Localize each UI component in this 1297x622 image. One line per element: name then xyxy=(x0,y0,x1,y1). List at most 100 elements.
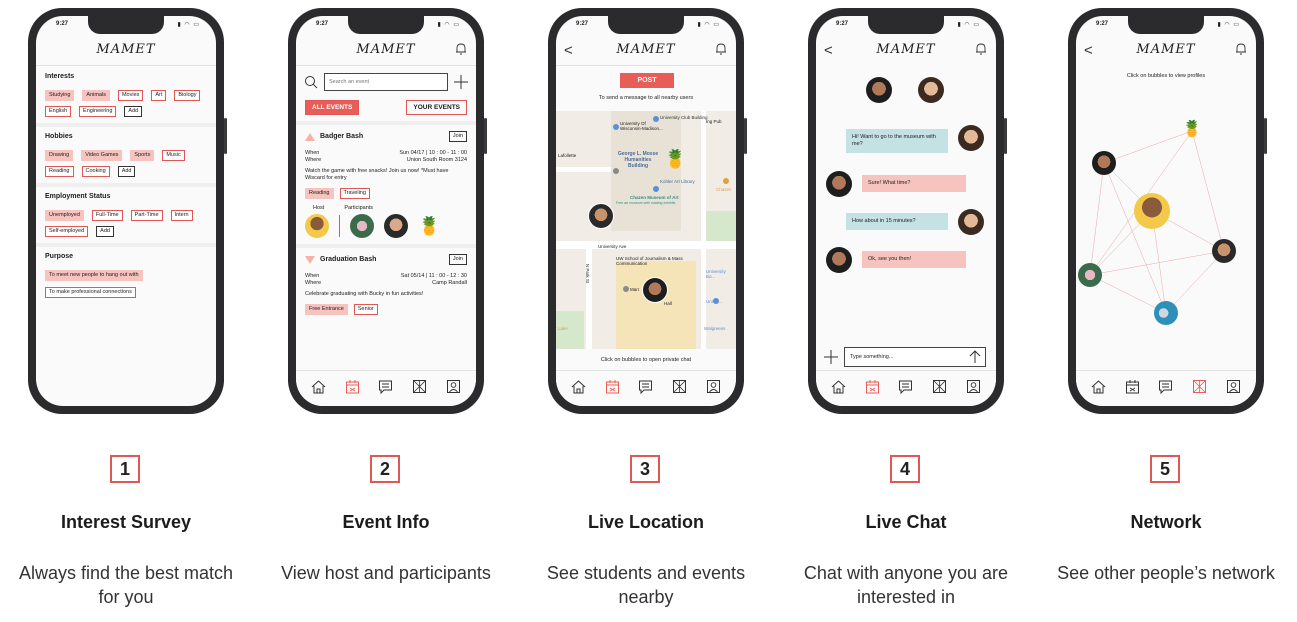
interest-chip[interactable]: To make professional connections xyxy=(45,287,136,298)
event-card[interactable]: Badger Bash Join When Sun 04/17 | 10 : 00… xyxy=(296,121,476,244)
status-time: 9:27 xyxy=(836,21,849,27)
nav-network-icon[interactable] xyxy=(1192,379,1207,394)
chat-participant-avatar[interactable] xyxy=(866,77,892,103)
user-bubble[interactable] xyxy=(588,203,614,229)
tab-all-events[interactable]: ALL EVENTS xyxy=(305,100,360,115)
caption-title: Event Info xyxy=(342,512,430,532)
nav-profile-icon[interactable] xyxy=(1226,379,1241,394)
message-input[interactable]: Type something... xyxy=(844,347,986,367)
screen-3-column: 9:27 ▮ ◠ ▭ < MAMET POST To send a messag… xyxy=(526,0,766,622)
chip-group: Unemployed Full-Time Part-Time Intern Self-e… xyxy=(45,210,207,237)
nav-chat-icon[interactable] xyxy=(1158,379,1173,395)
event-card[interactable]: Graduation Bash Join When Sat 05/14 | 11 … xyxy=(296,244,476,321)
search-icon[interactable] xyxy=(304,75,318,89)
interest-chip[interactable]: Studying xyxy=(45,90,75,101)
interest-chip[interactable]: Movies xyxy=(117,90,144,101)
bell-icon[interactable] xyxy=(1235,42,1247,55)
interest-chip[interactable]: Video Games xyxy=(81,150,123,161)
expand-arrow-icon[interactable] xyxy=(305,255,315,264)
event-bubble[interactable]: 🍍 xyxy=(664,149,686,170)
event-title: Graduation Bash xyxy=(320,256,377,263)
interest-chip[interactable]: Full-Time xyxy=(91,210,123,221)
crosshair-icon[interactable] xyxy=(824,350,838,364)
back-icon[interactable]: < xyxy=(824,42,833,59)
interest-chip[interactable]: Music xyxy=(162,150,185,161)
collapse-arrow-icon[interactable] xyxy=(305,132,315,141)
nav-network-icon[interactable] xyxy=(672,379,687,394)
chat-participant-avatar[interactable] xyxy=(918,77,944,103)
interest-chip[interactable]: Unemployed xyxy=(45,210,84,221)
participant-avatar[interactable] xyxy=(384,214,408,238)
join-button[interactable]: Join xyxy=(448,131,467,142)
network-node[interactable]: 🍍 xyxy=(1182,119,1202,139)
nav-chat-icon[interactable] xyxy=(378,379,393,395)
bell-icon[interactable] xyxy=(715,42,727,55)
post-button[interactable]: POST xyxy=(620,73,674,88)
nav-home-icon[interactable] xyxy=(571,379,586,394)
nav-network-icon[interactable] xyxy=(932,379,947,394)
nav-profile-icon[interactable] xyxy=(446,379,461,394)
add-chip-button[interactable]: Add xyxy=(117,166,136,177)
add-chip-button[interactable]: Add xyxy=(124,106,143,117)
interest-chip[interactable]: Intern xyxy=(170,210,193,221)
caption-description: View host and participants xyxy=(281,563,491,583)
crosshair-icon[interactable] xyxy=(454,75,468,89)
nav-home-icon[interactable] xyxy=(1091,379,1106,394)
interest-chip[interactable]: Engineering xyxy=(79,106,117,117)
tab-your-events[interactable]: YOUR EVENTS xyxy=(406,100,467,115)
add-chip-button[interactable]: Add xyxy=(96,226,114,237)
nav-profile-icon[interactable] xyxy=(706,379,721,394)
step-number: 3 xyxy=(630,455,660,483)
pineapple-icon[interactable]: 🍍 xyxy=(418,217,440,235)
nav-chat-icon[interactable] xyxy=(898,379,913,395)
send-icon[interactable] xyxy=(968,350,982,364)
bell-icon[interactable] xyxy=(975,42,987,55)
participant-avatar[interactable] xyxy=(350,214,374,238)
map-label: Chazen Museum of Art xyxy=(630,195,679,200)
back-icon[interactable]: < xyxy=(564,42,573,59)
when-label: When xyxy=(305,273,320,279)
section-title: Hobbies xyxy=(45,133,73,140)
nav-home-icon[interactable] xyxy=(831,379,846,394)
app-header: MAMET xyxy=(36,36,216,66)
join-button[interactable]: Join xyxy=(448,254,467,265)
screen-4-column: 9:27 ▮ ◠ ▭ < MAMET Hi! Want to go to the… xyxy=(786,0,1026,622)
user-bubble[interactable] xyxy=(642,277,668,303)
interest-chip[interactable]: Reading xyxy=(45,166,74,177)
event-tag: Reading xyxy=(305,188,334,199)
nav-profile-icon[interactable] xyxy=(966,379,981,394)
back-icon[interactable]: < xyxy=(1084,42,1093,59)
host-avatar[interactable] xyxy=(305,214,329,238)
search-input[interactable] xyxy=(324,73,448,91)
nav-home-icon[interactable] xyxy=(311,379,326,394)
nav-calendar-icon[interactable] xyxy=(345,379,360,394)
network-node-center[interactable] xyxy=(1134,193,1170,229)
bottom-nav xyxy=(816,370,996,406)
nav-calendar-icon[interactable] xyxy=(1125,379,1140,394)
interest-chip[interactable]: Cooking xyxy=(81,166,110,177)
interest-chip[interactable]: Animals xyxy=(82,90,110,101)
map-label: Lake xyxy=(558,326,568,331)
campus-map[interactable]: University Of Wisconsin-Madison... Unive… xyxy=(556,111,736,349)
status-time: 9:27 xyxy=(316,21,329,27)
nav-calendar-icon[interactable] xyxy=(865,379,880,394)
network-node[interactable] xyxy=(1212,239,1236,263)
interest-chip[interactable]: English xyxy=(45,106,72,117)
interest-chip[interactable]: Biology xyxy=(174,90,201,101)
chip-group: Drawing Video Games Sports Music Reading Cook… xyxy=(45,150,207,177)
interest-chip[interactable]: Part-Time xyxy=(130,210,163,221)
nav-chat-icon[interactable] xyxy=(638,379,653,395)
nav-network-icon[interactable] xyxy=(412,379,427,394)
network-node[interactable] xyxy=(1092,151,1116,175)
interest-chip[interactable]: Self-employed xyxy=(45,226,89,237)
interest-chip[interactable]: Art xyxy=(151,90,167,101)
bell-icon[interactable] xyxy=(455,42,467,55)
nav-calendar-icon[interactable] xyxy=(605,379,620,394)
interest-chip[interactable]: Drawing xyxy=(45,150,74,161)
network-node[interactable] xyxy=(1078,263,1102,287)
interest-chip[interactable]: Sports xyxy=(130,150,155,161)
network-node[interactable] xyxy=(1154,301,1178,325)
interest-chip[interactable]: To meet new people to hang out with xyxy=(45,270,143,281)
screen-1-column: 9:27 ▮ ◠ ▭ MAMET Interests Studying Anima… xyxy=(6,0,246,622)
step-number: 1 xyxy=(110,455,140,483)
